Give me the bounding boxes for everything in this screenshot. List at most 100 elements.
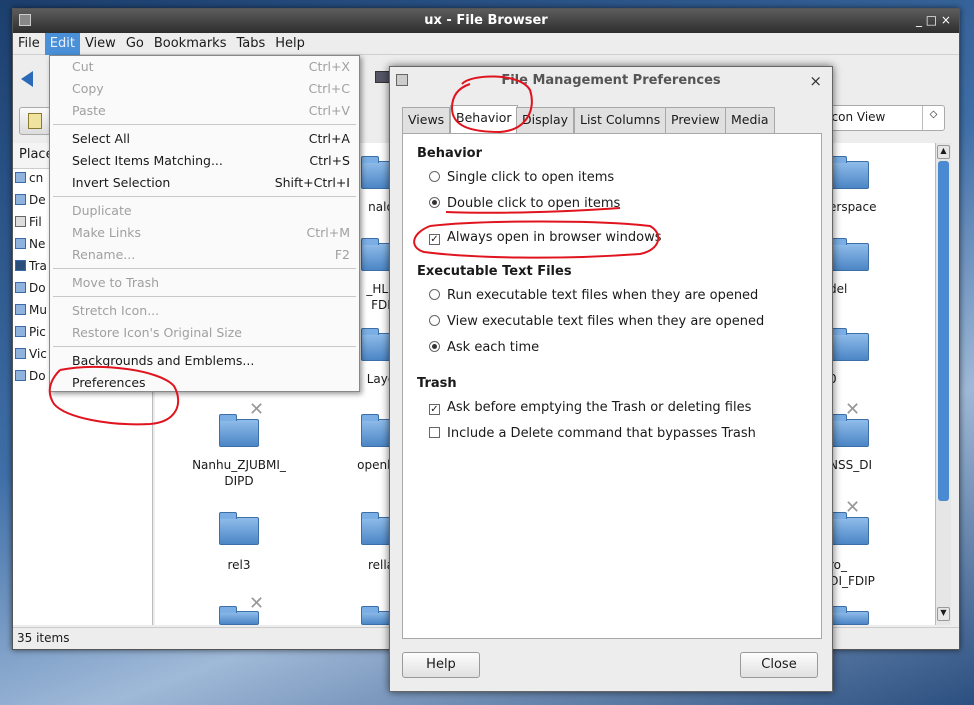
close-icon[interactable]: ×	[809, 72, 822, 90]
double-click-radio[interactable]: Double click to open items	[429, 196, 620, 211]
exec-view-radio[interactable]: View executable text files when they are…	[429, 314, 764, 329]
menu-item-rename[interactable]: Rename... F2	[51, 244, 358, 266]
radio-icon	[429, 171, 440, 182]
menu-item-preferences[interactable]: Preferences	[51, 372, 358, 394]
folder-icon[interactable]	[829, 512, 869, 545]
network-icon	[15, 238, 26, 249]
behavior-header: Behavior	[417, 146, 483, 161]
exec-ask-radio[interactable]: Ask each time	[429, 340, 539, 355]
folder-icon[interactable]	[219, 512, 259, 545]
dialog-title: File Management Preferences	[501, 73, 721, 88]
menu-edit[interactable]: Edit	[44, 33, 80, 55]
radio-icon	[429, 289, 440, 300]
sidebar-item[interactable]: cn	[15, 171, 43, 193]
pencil-icon	[28, 113, 42, 129]
folder-icon[interactable]	[829, 156, 869, 189]
sidebar-item[interactable]: Tra	[15, 259, 47, 281]
view-mode-value: Icon View	[828, 110, 886, 124]
scroll-thumb[interactable]	[938, 161, 949, 501]
sidebar-item[interactable]: Fil	[15, 215, 42, 237]
menu-item-copy[interactable]: Copy Ctrl+C	[51, 78, 358, 100]
title-bar[interactable]: ux - File Browser _ □ ×	[13, 9, 959, 33]
menu-item-paste[interactable]: Paste Ctrl+V	[51, 100, 358, 122]
behavior-panel: Behavior Single click to open items Doub…	[402, 133, 822, 639]
sidebar-item[interactable]: Ne	[15, 237, 45, 259]
sidebar-item[interactable]: Pic	[15, 325, 46, 347]
folder-label: rel3	[227, 558, 251, 572]
menu-tabs[interactable]: Tabs	[231, 33, 270, 55]
edit-menu: Cut Ctrl+X Copy Ctrl+C Paste Ctrl+V Select …	[49, 55, 360, 392]
tab-preview[interactable]: Preview	[665, 107, 726, 133]
close-button[interactable]: Close	[740, 652, 818, 678]
menu-item-make-links[interactable]: Make Links Ctrl+M	[51, 222, 358, 244]
menu-go[interactable]: Go	[121, 33, 149, 55]
folder-icon[interactable]	[829, 606, 869, 625]
folder-icon[interactable]	[829, 328, 869, 361]
music-icon	[15, 304, 26, 315]
menu-file[interactable]: File	[13, 33, 45, 55]
folder-icon	[15, 172, 26, 183]
broken-link-emblem-icon: ✕	[249, 399, 265, 420]
radio-icon	[429, 315, 440, 326]
folder-icon[interactable]	[219, 414, 259, 447]
folder-icon[interactable]	[829, 414, 869, 447]
sidebar-item[interactable]: Do	[15, 369, 46, 391]
menu-item-invert-selection[interactable]: Invert Selection Shift+Ctrl+I	[51, 172, 358, 194]
sidebar-item[interactable]: Vic	[15, 347, 47, 369]
view-mode-select[interactable]: Icon View ◇	[821, 105, 945, 131]
trash-delete-checkbox[interactable]: Include a Delete command that bypasses T…	[429, 426, 756, 441]
trash-ask-checkbox[interactable]: ✓ Ask before emptying the Trash or deleti…	[429, 400, 751, 415]
menu-help[interactable]: Help	[270, 33, 310, 55]
window-controls[interactable]: _ □ ×	[916, 13, 951, 27]
tab-display[interactable]: Display	[516, 107, 575, 133]
preferences-dialog: File Management Preferences × Views Beha…	[389, 66, 833, 692]
menu-item-duplicate[interactable]: Duplicate	[51, 200, 358, 222]
desktop-icon	[15, 194, 26, 205]
tab-list-columns[interactable]: List Columns	[574, 107, 667, 133]
broken-link-emblem-icon: ✕	[845, 399, 861, 420]
vertical-scrollbar[interactable]: ▲ ▼	[935, 143, 951, 625]
menu-bookmarks[interactable]: Bookmarks	[149, 33, 232, 55]
scroll-up-arrow[interactable]: ▲	[937, 145, 950, 159]
menu-item-select-matching[interactable]: Select Items Matching... Ctrl+S	[51, 150, 358, 172]
single-click-radio[interactable]: Single click to open items	[429, 170, 614, 185]
help-button[interactable]: Help	[402, 652, 480, 678]
sidebar-item[interactable]: De	[15, 193, 46, 215]
item-count: 35 items	[17, 631, 70, 645]
chevron-updown-icon: ◇	[922, 106, 944, 130]
scroll-down-arrow[interactable]: ▼	[937, 607, 950, 621]
pictures-icon	[15, 326, 26, 337]
documents-icon	[15, 282, 26, 293]
menu-separator	[53, 296, 356, 297]
dialog-title-bar[interactable]: File Management Preferences ×	[390, 67, 832, 93]
menu-view[interactable]: View	[80, 33, 121, 55]
menu-separator	[53, 268, 356, 269]
sidebar-item[interactable]: Do	[15, 281, 46, 303]
back-arrow-icon[interactable]	[21, 71, 33, 87]
menu-item-cut[interactable]: Cut Ctrl+X	[51, 56, 358, 78]
tab-views[interactable]: Views	[402, 107, 451, 133]
exec-run-radio[interactable]: Run executable text files when they are …	[429, 288, 758, 303]
menu-item-stretch-icon[interactable]: Stretch Icon...	[51, 300, 358, 322]
tab-media[interactable]: Media	[725, 107, 775, 133]
folder-label: Nanhu_ZJUBMI_ DIPD	[192, 458, 286, 488]
window-title: ux - File Browser	[424, 13, 548, 28]
menu-separator	[53, 124, 356, 125]
downloads-icon	[15, 370, 26, 381]
folder-icon[interactable]	[829, 238, 869, 271]
radio-selected-icon	[429, 197, 440, 208]
sidebar-item[interactable]: Mu	[15, 303, 47, 325]
menu-item-select-all[interactable]: Select All Ctrl+A	[51, 128, 358, 150]
menu-item-move-to-trash[interactable]: Move to Trash	[51, 272, 358, 294]
menu-item-restore-icon-size[interactable]: Restore Icon's Original Size	[51, 322, 358, 344]
broken-link-emblem-icon: ✕	[249, 593, 265, 614]
always-browser-checkbox[interactable]: ✓ Always open in browser windows	[429, 230, 662, 245]
menu-separator	[53, 346, 356, 347]
broken-link-emblem-icon: ✕	[845, 497, 861, 518]
location-toggle-button[interactable]	[19, 107, 51, 135]
menu-separator	[53, 196, 356, 197]
trash-icon	[15, 260, 26, 271]
tab-behavior[interactable]: Behavior	[450, 105, 518, 133]
menu-item-backgrounds-emblems[interactable]: Backgrounds and Emblems...	[51, 350, 358, 372]
checkbox-icon	[429, 427, 440, 438]
